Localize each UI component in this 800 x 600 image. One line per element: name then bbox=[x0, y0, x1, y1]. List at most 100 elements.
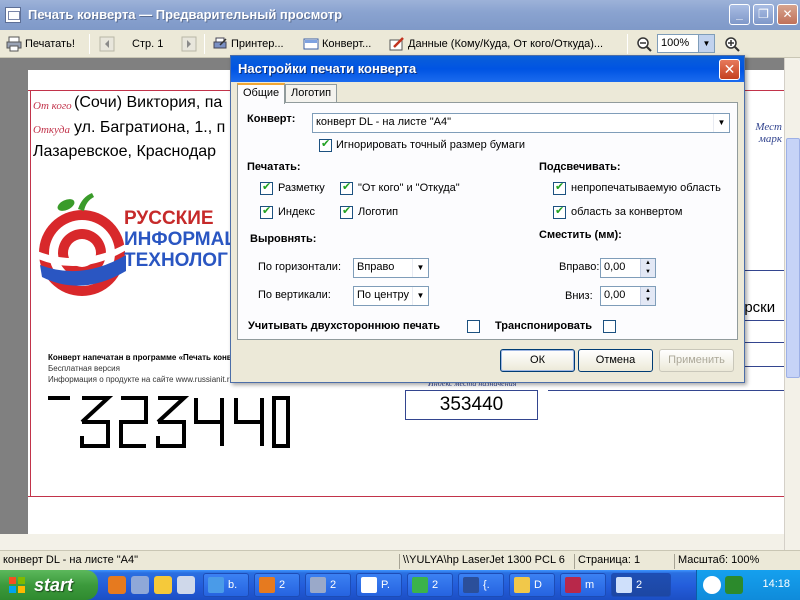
close-window-button[interactable]: ✕ bbox=[777, 4, 798, 25]
taskbar-button[interactable]: {. bbox=[458, 573, 504, 597]
tab-panel-general: Конверт: конверт DL - на листе "A4" ▼ Иг… bbox=[237, 102, 738, 340]
shift-heading: Сместить (мм): bbox=[539, 229, 622, 241]
horizontal-scrollbar[interactable] bbox=[0, 534, 784, 550]
print-heading: Печатать: bbox=[247, 161, 301, 173]
zoom-out-button[interactable] bbox=[636, 34, 655, 54]
align-horizontal-select[interactable]: Вправо ▼ bbox=[353, 258, 429, 278]
zoom-select[interactable]: 100% ▼ bbox=[657, 34, 715, 53]
app-icon bbox=[208, 577, 224, 593]
minimize-button[interactable]: _ bbox=[729, 4, 750, 25]
print-from-label: "От кого" и "Откуда" bbox=[358, 182, 460, 194]
transpose-checkbox[interactable] bbox=[603, 320, 616, 333]
arrow-left-icon bbox=[99, 36, 115, 52]
print-index-checkbox[interactable] bbox=[260, 204, 273, 219]
align-vertical-value: По центру bbox=[357, 289, 409, 301]
apply-button[interactable]: Применить bbox=[659, 349, 734, 372]
start-button[interactable]: start bbox=[0, 570, 98, 600]
spin-down-icon[interactable]: ▼ bbox=[640, 296, 655, 305]
start-label: start bbox=[34, 575, 74, 595]
print-from-checkbox[interactable] bbox=[340, 180, 353, 195]
chevron-down-icon[interactable]: ▼ bbox=[713, 114, 729, 132]
maximize-button[interactable]: ❐ bbox=[753, 4, 774, 25]
logo-text: РУССКИЕ ИНФОРМАЦ ТЕХНОЛОГ bbox=[124, 208, 238, 271]
print-logo-label: Логотип bbox=[358, 206, 399, 218]
taskbar-button[interactable]: D bbox=[509, 573, 555, 597]
margin-line bbox=[28, 496, 784, 497]
taskbar-button[interactable]: 2 bbox=[305, 573, 351, 597]
taskbar-button[interactable]: m bbox=[560, 573, 606, 597]
spin-down-icon[interactable]: ▼ bbox=[640, 268, 655, 277]
chevron-down-icon[interactable]: ▼ bbox=[412, 287, 428, 305]
task-label: D bbox=[534, 579, 542, 591]
toolbar-separator bbox=[89, 34, 90, 54]
stamp-label-line2: марк bbox=[758, 133, 782, 145]
zoom-in-icon bbox=[724, 36, 740, 52]
scrollbar-thumb[interactable] bbox=[786, 138, 800, 378]
logo-line-2: ИНФОРМАЦ bbox=[124, 229, 239, 250]
where-label: Откуда bbox=[33, 124, 70, 136]
taskbar-button[interactable]: b. bbox=[203, 573, 249, 597]
highlight-outside-checkbox[interactable] bbox=[553, 204, 566, 219]
shift-down-label: Вниз: bbox=[565, 290, 593, 302]
note-line-2: Бесплатная версия bbox=[48, 364, 120, 373]
print-logo-checkbox[interactable] bbox=[340, 204, 353, 219]
note-line-1: Конверт напечатан в программе «Печать ко… bbox=[48, 353, 245, 362]
app-icon bbox=[5, 7, 21, 23]
from-value: (Сочи) Виктория, па bbox=[74, 94, 223, 111]
task-label: m bbox=[585, 579, 595, 591]
shift-down-value: 0,00 bbox=[604, 289, 626, 301]
envelope-type-value: конверт DL - на листе "A4" bbox=[316, 116, 452, 128]
prev-page-button[interactable] bbox=[99, 34, 118, 54]
vertical-scrollbar[interactable] bbox=[784, 58, 800, 550]
taskbar-button[interactable]: 2 bbox=[254, 573, 300, 597]
tray-app-icon[interactable] bbox=[725, 576, 743, 594]
show-desktop-icon[interactable] bbox=[177, 576, 195, 594]
print-index-label: Индекс bbox=[278, 206, 315, 218]
taskbar-button[interactable]: 2 bbox=[407, 573, 453, 597]
logo-line-1: РУССКИЕ bbox=[124, 208, 214, 229]
shift-right-stepper[interactable]: 0,00 ▲ ▼ bbox=[600, 258, 656, 278]
highlight-outside-label: область за конвертом bbox=[571, 206, 683, 218]
address-line-3: Лазаревское, Краснодар bbox=[33, 143, 217, 160]
envelope-settings-label: Конверт... bbox=[322, 38, 372, 50]
envelope-type-select[interactable]: конверт DL - на листе "A4" ▼ bbox=[312, 113, 730, 133]
dialog-close-button[interactable]: ✕ bbox=[719, 59, 740, 80]
align-vertical-select[interactable]: По центру ▼ bbox=[353, 286, 429, 306]
taskbar-button-active[interactable]: 2 bbox=[611, 573, 671, 597]
task-label: 2 bbox=[432, 579, 439, 591]
envelope-data-button[interactable]: Данные (Кому/Куда, От кого/Откуда)... bbox=[389, 34, 603, 54]
ok-button[interactable]: ОК bbox=[500, 349, 575, 372]
chevron-down-icon[interactable]: ▼ bbox=[698, 35, 714, 52]
highlight-unprintable-checkbox[interactable] bbox=[553, 180, 566, 195]
next-page-button[interactable] bbox=[181, 34, 200, 54]
window-title-bar[interactable]: Печать конверта — Предварительный просмо… bbox=[0, 0, 800, 30]
tab-general[interactable]: Общие bbox=[237, 83, 286, 104]
status-bar: конверт DL - на листе "A4" \\YULYA\hp La… bbox=[0, 550, 800, 570]
print-markup-label: Разметку bbox=[278, 182, 325, 194]
tray-arrow-icon[interactable] bbox=[703, 576, 721, 594]
shift-down-stepper[interactable]: 0,00 ▲ ▼ bbox=[600, 286, 656, 306]
firefox-icon[interactable] bbox=[108, 576, 126, 594]
program-note: Конверт напечатан в программе «Печать ко… bbox=[48, 352, 245, 385]
envelope-icon bbox=[616, 577, 632, 593]
spin-up-icon[interactable]: ▲ bbox=[640, 287, 655, 296]
ignore-size-checkbox[interactable] bbox=[319, 137, 332, 152]
dialog-title-bar[interactable]: Настройки печати конверта ✕ bbox=[231, 56, 744, 82]
cancel-button[interactable]: Отмена bbox=[578, 349, 653, 372]
tab-logo[interactable]: Логотип bbox=[285, 84, 338, 103]
envelope-settings-button[interactable]: Конверт... bbox=[303, 34, 371, 54]
taskbar-button[interactable]: P. bbox=[356, 573, 402, 597]
spin-up-icon[interactable]: ▲ bbox=[640, 259, 655, 268]
print-markup-checkbox[interactable] bbox=[260, 180, 273, 195]
envelope-icon bbox=[303, 36, 319, 52]
print-button[interactable]: Печатать! bbox=[6, 34, 75, 54]
explorer-icon[interactable] bbox=[131, 576, 149, 594]
system-tray: 14:18 bbox=[696, 570, 800, 600]
zoom-in-button[interactable] bbox=[724, 34, 743, 54]
quicklaunch-icon[interactable] bbox=[154, 576, 172, 594]
duplex-checkbox[interactable] bbox=[467, 320, 480, 333]
icq-icon bbox=[412, 577, 428, 593]
chevron-down-icon[interactable]: ▼ bbox=[412, 259, 428, 277]
printer-settings-button[interactable]: Принтер... bbox=[212, 34, 284, 54]
print-button-label: Печатать! bbox=[25, 38, 75, 50]
